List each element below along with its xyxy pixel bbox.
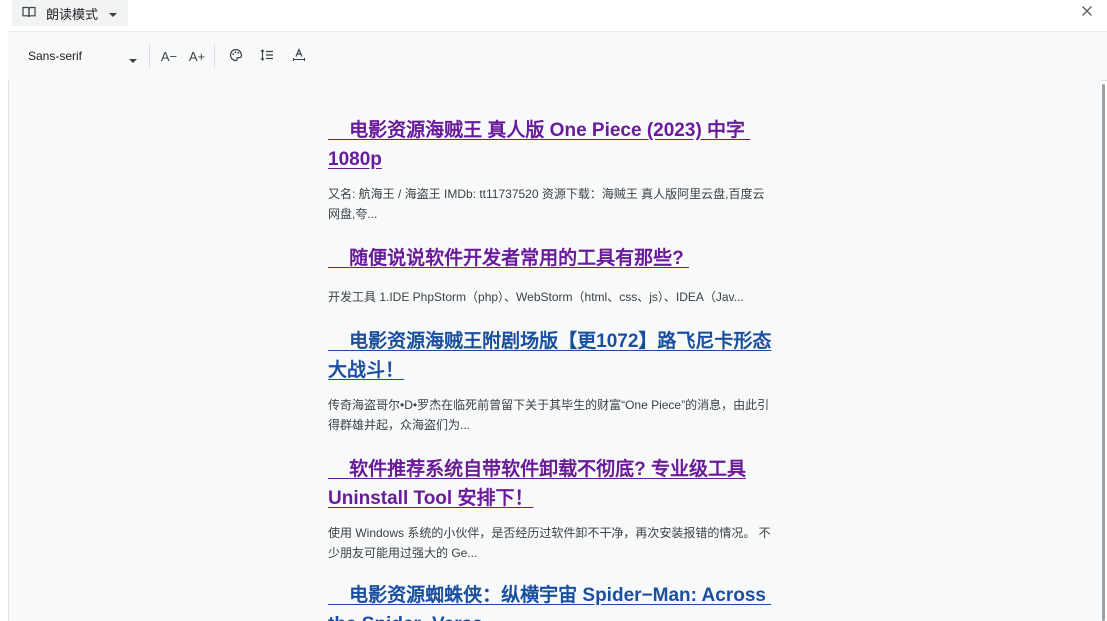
list-item: 电影资源海贼王附剧场版【更1072】路飞尼卡形态大战斗！ 传奇海盗哥尔•D•罗杰… <box>328 327 776 435</box>
article-title-link[interactable]: 随便说说软件开发者常用的工具有那些? <box>328 244 776 273</box>
article-title-link[interactable]: 软件推荐系统自带软件卸载不彻底? 专业级工具Uninstall Tool 安排下… <box>328 455 776 513</box>
article-title-link[interactable]: 电影资源海贼王附剧场版【更1072】路飞尼卡形态大战斗！ <box>328 327 776 385</box>
article-title-link[interactable]: 电影资源蜘蛛侠：纵横宇宙 Spider−Man: Across the Spid… <box>328 581 776 621</box>
font-family-value: Sans-serif <box>28 49 83 63</box>
reader-content: 电影资源海贼王 真人版 One Piece (2023) 中字 1080p 又名… <box>8 80 1101 621</box>
list-item: 随便说说软件开发者常用的工具有那些? 开发工具 1.IDE PhpStorm（p… <box>328 244 776 307</box>
close-icon <box>1081 4 1093 22</box>
increase-font-button[interactable]: A+ <box>186 44 208 68</box>
list-item: 电影资源海贼王 真人版 One Piece (2023) 中字 1080p 又名… <box>328 116 776 224</box>
content-left-border <box>8 80 9 621</box>
article-summary: 开发工具 1.IDE PhpStorm（php）、WebStorm（html、c… <box>328 290 744 304</box>
decrease-font-button[interactable]: A− <box>158 44 180 68</box>
article-list: 电影资源海贼王 真人版 One Piece (2023) 中字 1080p 又名… <box>328 116 776 621</box>
select-caret-icon <box>128 53 138 67</box>
reading-mode-label: 朗读模式 <box>46 6 99 22</box>
toolbar-divider <box>149 44 150 68</box>
line-spacing-button[interactable] <box>256 44 278 68</box>
toolbar-divider <box>214 44 215 68</box>
scrollbar-thumb[interactable] <box>1102 84 1105 621</box>
reader-toolbar: Sans-serif A− A+ <box>8 31 1107 81</box>
list-item: 软件推荐系统自带软件卸载不彻底? 专业级工具Uninstall Tool 安排下… <box>328 455 776 563</box>
line-spacing-icon <box>260 48 274 65</box>
article-summary: 使用 Windows 系统的小伙伴，是否经历过软件卸不干净，再次安装报错的情况。… <box>328 526 771 560</box>
article-summary: 又名: 航海王 / 海盗王 IMDb: tt11737520 资源下载：海贼王 … <box>328 187 765 221</box>
color-theme-button[interactable] <box>225 44 247 68</box>
book-icon <box>22 6 36 21</box>
letter-spacing-button[interactable] <box>288 44 310 68</box>
letter-spacing-icon <box>292 47 306 65</box>
font-family-select[interactable]: Sans-serif <box>28 32 138 80</box>
content-scrollbar[interactable] <box>1101 84 1107 621</box>
list-item: 电影资源蜘蛛侠：纵横宇宙 Spider−Man: Across the Spid… <box>328 581 776 621</box>
article-title-link[interactable]: 电影资源海贼王 真人版 One Piece (2023) 中字 1080p <box>328 116 776 174</box>
article-summary: 传奇海盗哥尔•D•罗杰在临死前曾留下关于其毕生的财富“One Piece”的消息… <box>328 398 770 432</box>
close-button[interactable] <box>1077 3 1097 23</box>
reader-topbar: 朗读模式 <box>0 0 1107 31</box>
palette-icon <box>229 48 243 65</box>
dropdown-caret-icon <box>108 6 118 21</box>
reading-mode-button[interactable]: 朗读模式 <box>12 0 129 26</box>
